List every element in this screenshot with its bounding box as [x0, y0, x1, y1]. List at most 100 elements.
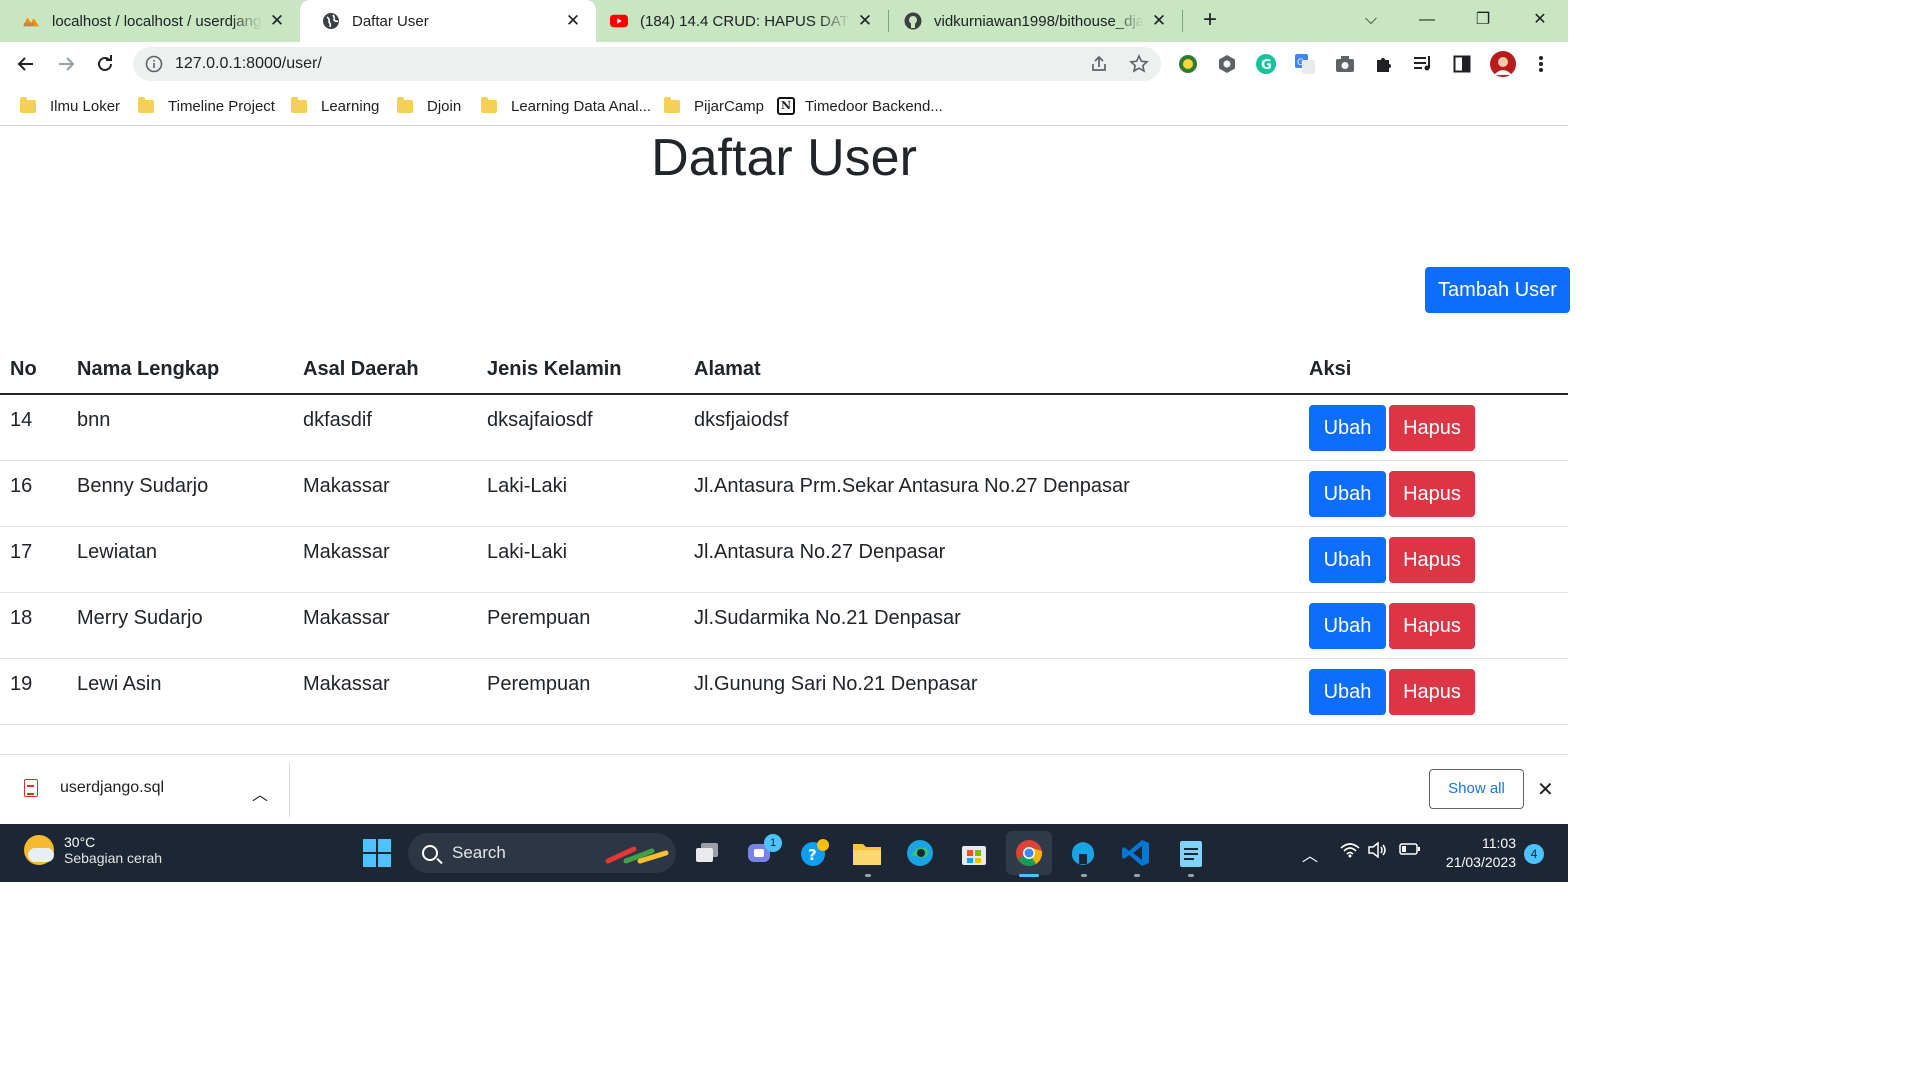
battery-icon[interactable]	[1399, 842, 1421, 861]
tab-youtube[interactable]: (184) 14.4 CRUD: HAPUS DATA - ✕	[596, 0, 888, 42]
side-panel-icon[interactable]	[1451, 53, 1473, 75]
tab-github[interactable]: vidkurniawan1998/bithouse_djan ✕	[890, 0, 1182, 42]
edit-button[interactable]: Ubah	[1309, 602, 1386, 649]
cell-nama: Lewi Asin	[67, 658, 293, 725]
delete-button[interactable]: Hapus	[1389, 470, 1475, 517]
reload-icon[interactable]	[91, 50, 119, 78]
partly-sunny-icon	[24, 835, 54, 865]
download-shelf: userdjango.sql ︿ Show all ✕	[0, 754, 1568, 824]
volume-icon[interactable]	[1368, 841, 1388, 863]
close-tab-icon[interactable]: ✕	[856, 12, 874, 30]
chevron-up-icon[interactable]: ︿	[1302, 842, 1318, 866]
bookmark-pijarcamp[interactable]: PijarCamp	[664, 94, 764, 118]
media-controls-icon[interactable]	[1412, 53, 1434, 75]
address-bar[interactable]: 127.0.0.1:8000/user/	[133, 47, 1161, 81]
file-explorer-icon[interactable]	[851, 837, 883, 869]
page-content: Daftar User Tambah User No Nama Lengkap …	[0, 126, 1570, 754]
table-row: 18 Merry Sudarjo Makassar Perempuan Jl.S…	[0, 592, 1568, 659]
delete-button[interactable]: Hapus	[1389, 405, 1475, 451]
globe-icon	[322, 12, 340, 30]
forward-icon[interactable]	[52, 50, 80, 78]
google-translate-icon[interactable]: G	[1294, 53, 1316, 75]
notification-badge[interactable]: 4	[1524, 844, 1544, 864]
delete-button[interactable]: Hapus	[1389, 536, 1475, 583]
show-all-button[interactable]: Show all	[1429, 769, 1524, 809]
task-view-icon[interactable]	[691, 837, 723, 869]
notepad-icon[interactable]	[1175, 837, 1207, 869]
edge-icon[interactable]	[904, 837, 936, 869]
edit-button[interactable]: Ubah	[1309, 470, 1386, 517]
tab-daftar-user[interactable]: Daftar User ✕	[300, 0, 596, 42]
grammarly-icon[interactable]: G	[1255, 53, 1277, 75]
table-row: 19 Lewi Asin Makassar Perempuan Jl.Gunun…	[0, 658, 1568, 725]
download-item[interactable]: userdjango.sql	[24, 779, 164, 797]
cell-jenis-kelamin: dksajfaiosdf	[477, 394, 684, 461]
close-tab-icon[interactable]: ✕	[268, 12, 286, 30]
close-window-icon[interactable]: ✕	[1526, 8, 1554, 32]
vscode-icon[interactable]	[1120, 837, 1152, 869]
back-icon[interactable]	[12, 50, 40, 78]
profile-avatar[interactable]	[1490, 51, 1516, 77]
chrome-icon[interactable]	[1006, 831, 1052, 875]
close-icon[interactable]: ✕	[1537, 777, 1554, 802]
close-tab-icon[interactable]: ✕	[1150, 12, 1168, 30]
bookmark-timeline-project[interactable]: Timeline Project	[138, 94, 275, 118]
bookmark-djoin[interactable]: Djoin	[397, 94, 461, 118]
edit-button[interactable]: Ubah	[1309, 668, 1386, 715]
delete-button[interactable]: Hapus	[1389, 602, 1475, 649]
share-icon[interactable]	[1089, 54, 1109, 74]
bookmark-learning-data-anal[interactable]: Learning Data Anal...	[481, 94, 651, 118]
extension-globe-icon[interactable]	[1177, 53, 1199, 75]
youtube-icon	[610, 12, 628, 30]
camera-icon[interactable]	[1334, 53, 1356, 75]
taskbar-search[interactable]: Search	[408, 833, 676, 873]
wifi-icon[interactable]	[1340, 842, 1360, 863]
tab-phpmyadmin[interactable]: PMA localhost / localhost / userdjango ✕	[0, 0, 300, 42]
url-text[interactable]: 127.0.0.1:8000/user/	[175, 47, 322, 81]
edit-button[interactable]: Ubah	[1309, 405, 1386, 451]
extension-hexagon-icon[interactable]	[1216, 53, 1238, 75]
user-table: No Nama Lengkap Asal Daerah Jenis Kelami…	[0, 346, 1568, 725]
bookmark-star-icon[interactable]	[1129, 54, 1149, 74]
column-header-nama: Nama Lengkap	[67, 346, 293, 395]
site-info-icon[interactable]	[145, 55, 163, 73]
temperature: 30°C	[64, 834, 96, 850]
bookmark-timedoor-backend[interactable]: N Timedoor Backend...	[777, 94, 943, 118]
close-tab-icon[interactable]: ✕	[564, 12, 582, 30]
app-blue-icon[interactable]	[1067, 837, 1099, 869]
running-indicator	[1188, 874, 1194, 877]
running-indicator	[1081, 874, 1087, 877]
new-tab-button[interactable]: +	[1198, 8, 1222, 32]
bookmark-learning[interactable]: Learning	[291, 94, 379, 118]
restore-icon[interactable]: ❐	[1469, 8, 1497, 32]
clock-time: 11:03	[1482, 835, 1516, 851]
system-clock[interactable]: 11:03 21/03/2023	[1430, 834, 1516, 872]
edit-button[interactable]: Ubah	[1309, 536, 1386, 583]
cell-alamat: Jl.Sudarmika No.21 Denpasar	[684, 592, 1299, 659]
extensions-puzzle-icon[interactable]	[1373, 53, 1395, 75]
taskbar: 30°C Sebagian cerah Search ? ︿ 11:03 21/…	[0, 824, 1568, 882]
delete-button[interactable]: Hapus	[1389, 668, 1475, 715]
table-row: 17 Lewiatan Makassar Laki-Laki Jl.Antasu…	[0, 526, 1568, 593]
weather-description: Sebagian cerah	[64, 850, 163, 866]
cell-aksi: Ubah Hapus	[1299, 460, 1568, 527]
page-title: Daftar User	[651, 129, 917, 187]
column-header-jenis-kelamin: Jenis Kelamin	[477, 346, 684, 395]
bookmark-ilmu-loker[interactable]: Ilmu Loker	[20, 94, 120, 118]
chevron-up-icon[interactable]: ︿	[252, 781, 268, 805]
windows-start-icon[interactable]	[361, 837, 393, 869]
microsoft-store-icon[interactable]	[958, 837, 990, 869]
browser-menu-icon[interactable]	[1530, 53, 1552, 75]
tab-strip: PMA localhost / localhost / userdjango ✕…	[0, 0, 1568, 42]
bookmark-label: Djoin	[427, 97, 462, 115]
cell-aksi: Ubah Hapus	[1299, 592, 1568, 659]
cell-no: 18	[0, 592, 67, 659]
weather-widget[interactable]: 30°C Sebagian cerah	[24, 834, 162, 866]
tab-separator	[1182, 10, 1183, 32]
tab-search-icon[interactable]: ⌵	[1357, 8, 1385, 32]
minimize-icon[interactable]: —	[1413, 8, 1441, 32]
tab-title: localhost / localhost / userdjango	[52, 12, 262, 30]
column-header-aksi: Aksi	[1299, 346, 1568, 395]
tips-icon[interactable]: ?	[798, 837, 830, 869]
add-user-button[interactable]: Tambah User	[1425, 267, 1570, 313]
